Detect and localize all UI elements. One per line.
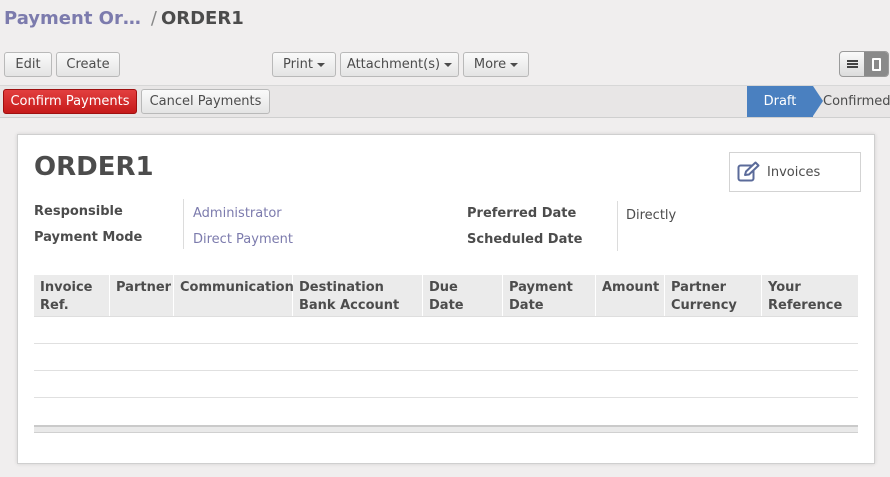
column-header-destination-bank-account[interactable]: Destination Bank Account [293, 275, 423, 316]
column-header-amount[interactable]: Amount [596, 275, 665, 316]
payment-mode-value-link[interactable]: Direct Payment [193, 232, 293, 247]
column-header-communication[interactable]: Communication [174, 275, 294, 316]
list-icon [846, 60, 858, 68]
caret-down-icon [316, 62, 325, 67]
print-dropdown-button[interactable]: Print [272, 52, 336, 77]
breadcrumb: Payment Or… / ORDER1 [4, 8, 244, 29]
responsible-label: Responsible [34, 204, 123, 219]
more-dropdown-button[interactable]: More [463, 52, 529, 77]
view-switcher [839, 51, 889, 77]
column-header-invoice-ref[interactable]: Invoice Ref. [34, 275, 110, 316]
payment-mode-label: Payment Mode [34, 230, 143, 245]
preferred-date-label: Preferred Date [467, 206, 577, 221]
stage-confirmed: Confirmed [823, 94, 890, 109]
list-view-button[interactable] [840, 52, 864, 76]
form-view-button[interactable] [864, 52, 888, 76]
column-header-partner[interactable]: Partner [110, 275, 174, 316]
breadcrumb-separator: / [150, 8, 157, 29]
attachments-dropdown-button[interactable]: Attachment(s) [340, 52, 459, 77]
edit-button[interactable]: Edit [4, 52, 52, 77]
stage-draft: Draft [747, 86, 823, 117]
invoices-label: Invoices [767, 164, 821, 180]
breadcrumb-current: ORDER1 [160, 8, 244, 29]
more-label: More [473, 57, 507, 72]
field-divider [183, 199, 184, 249]
caret-down-icon [510, 62, 519, 67]
create-button[interactable]: Create [56, 52, 120, 77]
breadcrumb-parent-link[interactable]: Payment Or… [4, 8, 141, 29]
confirm-payments-button[interactable]: Confirm Payments [3, 89, 137, 114]
scheduled-date-label: Scheduled Date [467, 232, 583, 247]
column-header-due-date[interactable]: Due Date [423, 275, 503, 316]
edit-icon [737, 161, 760, 182]
print-label: Print [283, 57, 313, 72]
caret-down-icon [444, 62, 453, 67]
statusbar: Confirm Payments Cancel Payments Draft C… [0, 85, 890, 118]
responsible-value-link[interactable]: Administrator [193, 206, 282, 221]
table-row [34, 344, 858, 371]
column-header-payment-date[interactable]: Payment Date [503, 275, 596, 316]
column-header-partner-currency[interactable]: Partner Currency [665, 275, 762, 316]
record-title: ORDER1 [34, 152, 154, 182]
field-divider [617, 201, 618, 251]
table-row [34, 398, 858, 425]
attachments-label: Attachment(s) [346, 57, 441, 72]
invoices-smart-button[interactable]: Invoices [729, 152, 861, 192]
form-sheet: ORDER1 Invoices Responsible Administrato… [17, 134, 875, 464]
control-panel: Payment Or… / ORDER1 Edit Create Print Att… [0, 0, 890, 85]
preferred-date-value: Directly [626, 208, 677, 223]
table-row [34, 371, 858, 398]
payment-lines-table: Invoice Ref. Partner Communication Desti… [34, 275, 858, 433]
cancel-payments-button[interactable]: Cancel Payments [141, 89, 270, 114]
table-footer [34, 425, 858, 433]
form-icon [871, 57, 881, 71]
column-header-your-reference[interactable]: Your Reference [762, 275, 858, 316]
table-header: Invoice Ref. Partner Communication Desti… [34, 275, 858, 317]
table-row [34, 317, 858, 344]
